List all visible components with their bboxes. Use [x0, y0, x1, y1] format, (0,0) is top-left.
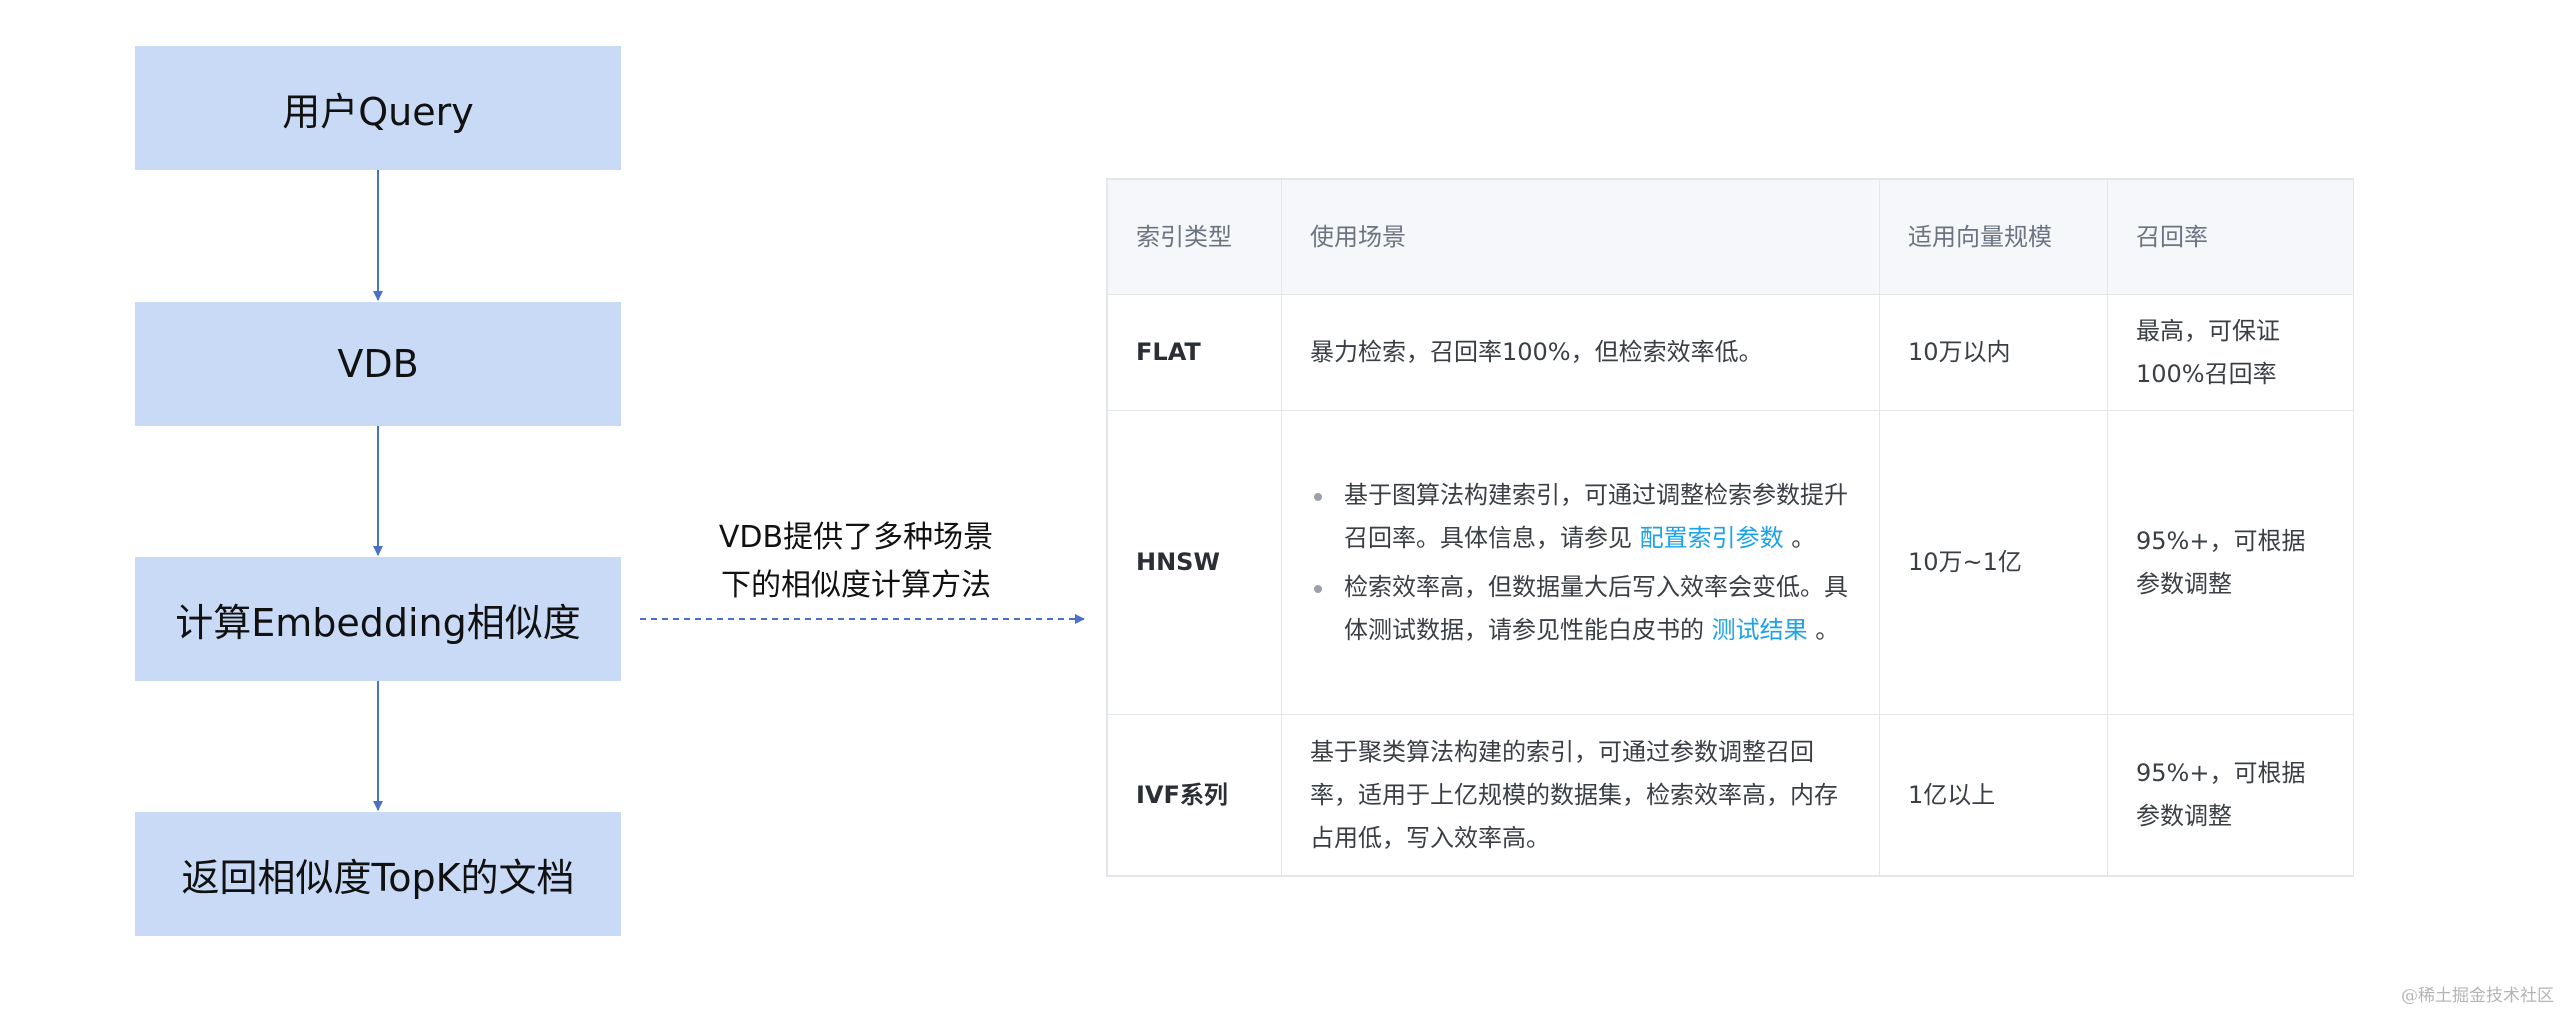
flow-step-label: VDB	[337, 342, 419, 386]
table-header-row: 索引类型 使用场景 适用向量规模 召回率	[1107, 179, 2354, 295]
index-type-table: 索引类型 使用场景 适用向量规模 召回率 FLAT 暴力检索，召回率100%，但…	[1106, 178, 2354, 877]
vdb-annotation: VDB提供了多种场景 下的相似度计算方法	[686, 514, 1026, 610]
table-row: FLAT 暴力检索，召回率100%，但检索效率低。 10万以内 最高，可保证10…	[1107, 294, 2354, 411]
config-index-params-link[interactable]: 配置索引参数	[1640, 524, 1784, 552]
cell-recall: 最高，可保证100%召回率	[2107, 294, 2354, 411]
bullet-end: 。	[1815, 615, 1840, 644]
annotation-line-2: 下的相似度计算方法	[721, 568, 991, 603]
cell-scenario: 基于聚类算法构建的索引，可通过参数调整召回率，适用于上亿规模的数据集，检索效率高…	[1281, 714, 1880, 876]
cell-vector-scale: 1亿以上	[1879, 714, 2108, 876]
table-row: IVF系列 基于聚类算法构建的索引，可通过参数调整召回率，适用于上亿规模的数据集…	[1107, 714, 2354, 876]
cell-index-type: HNSW	[1107, 410, 1282, 715]
cell-recall: 95%+，可根据参数调整	[2107, 410, 2354, 715]
cell-scenario: 暴力检索，召回率100%，但检索效率低。	[1281, 294, 1880, 411]
cell-index-type: FLAT	[1107, 294, 1282, 411]
bullet-end: 。	[1791, 523, 1816, 552]
flow-step-vdb: VDB	[135, 302, 621, 426]
cell-scenario: 基于图算法构建索引，可通过调整检索参数提升召回率。具体信息，请参见 配置索引参数…	[1281, 410, 1880, 715]
cell-vector-scale: 10万~1亿	[1879, 410, 2108, 715]
flow-step-compute-similarity: 计算Embedding相似度	[135, 557, 621, 681]
watermark: @稀土掘金技术社区	[2401, 986, 2554, 1006]
flow-step-label: 用户Query	[282, 89, 474, 134]
scenario-bullet: 检索效率高，但数据量大后写入效率会变低。具体测试数据，请参见性能白皮书的 测试结…	[1310, 566, 1851, 652]
scenario-bullet: 基于图算法构建索引，可通过调整检索参数提升召回率。具体信息，请参见 配置索引参数…	[1310, 474, 1851, 560]
annotation-line-1: VDB提供了多种场景	[718, 520, 994, 555]
header-recall: 召回率	[2107, 179, 2354, 295]
table-row: HNSW 基于图算法构建索引，可通过调整检索参数提升召回率。具体信息，请参见 配…	[1107, 410, 2354, 715]
flow-step-user-query: 用户Query	[135, 46, 621, 170]
header-scenario: 使用场景	[1281, 179, 1880, 295]
flow-step-return-topk: 返回相似度TopK的文档	[135, 812, 621, 936]
cell-recall: 95%+，可根据参数调整	[2107, 714, 2354, 876]
header-index-type: 索引类型	[1107, 179, 1282, 295]
cell-index-type: IVF系列	[1107, 714, 1282, 876]
header-vector-scale: 适用向量规模	[1879, 179, 2108, 295]
cell-vector-scale: 10万以内	[1879, 294, 2108, 411]
flow-step-label: 返回相似度TopK的文档	[181, 855, 575, 900]
test-results-link[interactable]: 测试结果	[1712, 616, 1808, 644]
flow-step-label: 计算Embedding相似度	[175, 600, 581, 645]
